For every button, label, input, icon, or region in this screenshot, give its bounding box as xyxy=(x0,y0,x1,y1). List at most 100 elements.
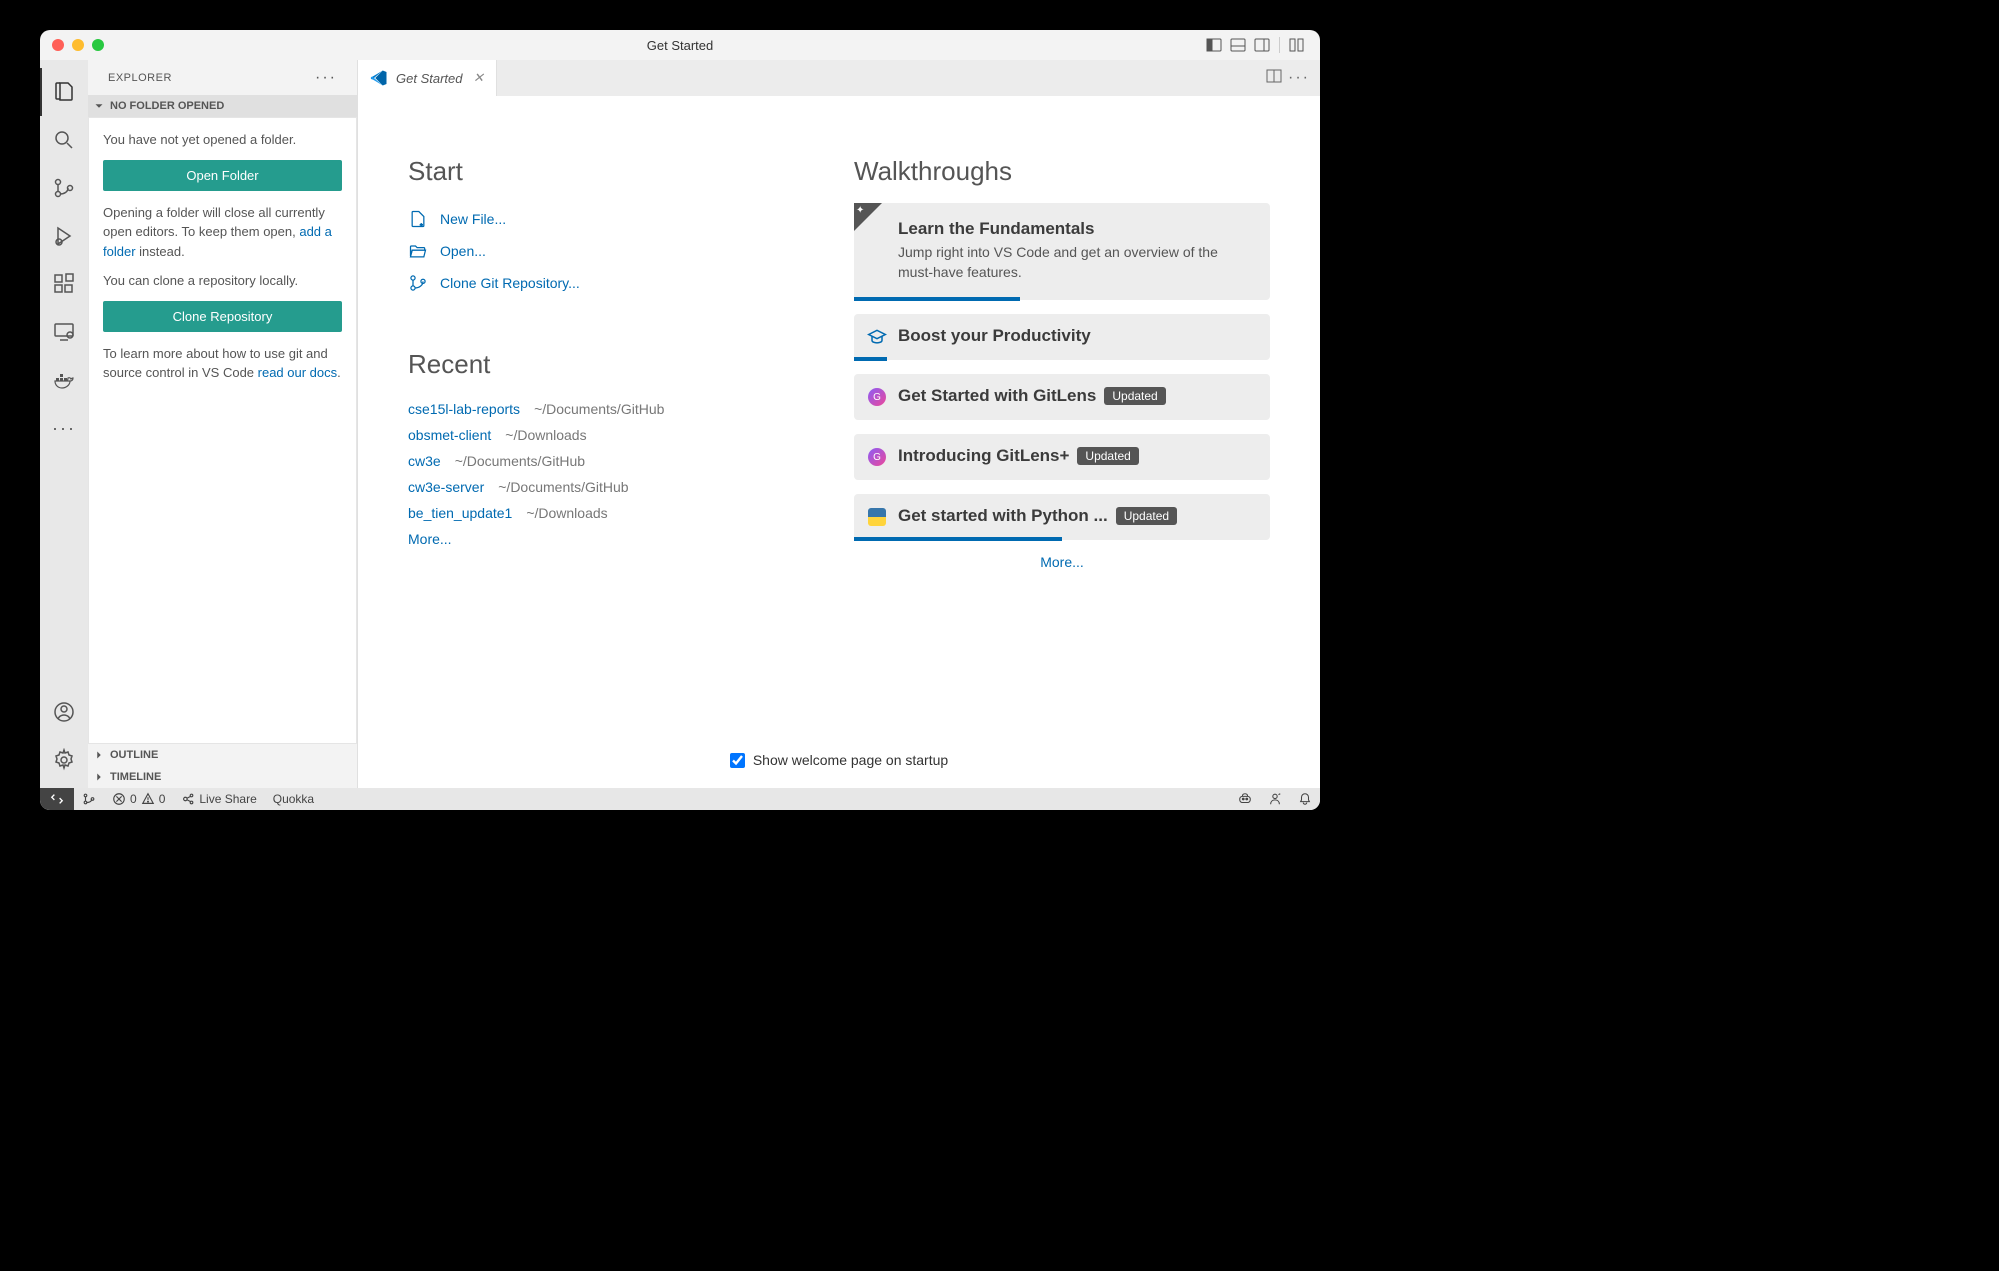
startup-checkbox-row: Show welcome page on startup xyxy=(358,732,1320,788)
overflow-icon[interactable]: ··· xyxy=(52,404,76,452)
walkthrough-gitlens[interactable]: G Get Started with GitLensUpdated xyxy=(854,374,1270,420)
left-column: Start New File... Open... Clone Git Repo… xyxy=(408,156,824,712)
open-folder-button[interactable]: Open Folder xyxy=(103,160,342,191)
recent-name: cw3e-server xyxy=(408,479,484,495)
notifications-icon[interactable] xyxy=(1290,792,1320,806)
feedback-icon[interactable] xyxy=(1260,792,1290,806)
split-editor-icon[interactable] xyxy=(1266,68,1282,89)
recent-item[interactable]: be_tien_update1~/Downloads xyxy=(408,500,824,526)
toggle-panel-icon[interactable] xyxy=(1227,34,1249,56)
walkthroughs-heading: Walkthroughs xyxy=(854,156,1270,187)
title-bar: Get Started xyxy=(40,30,1320,60)
recent-name: cse15l-lab-reports xyxy=(408,401,520,417)
section-label: NO FOLDER OPENED xyxy=(110,100,224,112)
outline-label: OUTLINE xyxy=(110,749,158,761)
recent-path: ~/Downloads xyxy=(526,505,607,521)
vscode-logo-icon xyxy=(370,69,388,87)
walkthrough-title: Get started with Python ...Updated xyxy=(898,506,1254,526)
remote-indicator[interactable] xyxy=(40,788,74,810)
recent-item[interactable]: obsmet-client~/Downloads xyxy=(408,422,824,448)
clone-repository-button[interactable]: Clone Repository xyxy=(103,301,342,332)
status-bar: 0 0 Live Share Quokka xyxy=(40,788,1320,810)
walkthrough-title: Boost your Productivity xyxy=(898,326,1254,346)
source-control-icon[interactable] xyxy=(40,164,88,212)
workbench: ··· EXPLORER ··· NO FOLDER OPENED You ha… xyxy=(40,60,1320,788)
mortarboard-icon xyxy=(866,326,888,348)
maximize-window-button[interactable] xyxy=(92,39,104,51)
recent-path: ~/Documents/GitHub xyxy=(455,453,585,469)
new-file-link[interactable]: New File... xyxy=(408,203,824,235)
outline-section-header[interactable]: OUTLINE xyxy=(88,744,357,766)
recent-more-link[interactable]: More... xyxy=(408,526,824,552)
toggle-secondary-sidebar-icon[interactable] xyxy=(1251,34,1273,56)
no-folder-section-header[interactable]: NO FOLDER OPENED xyxy=(88,95,357,117)
quokka-status[interactable]: Quokka xyxy=(265,788,322,810)
tab-label: Get Started xyxy=(396,71,462,86)
progress-bar xyxy=(854,537,1062,541)
walkthrough-desc: Jump right into VS Code and get an overv… xyxy=(898,243,1254,282)
toggle-primary-sidebar-icon[interactable] xyxy=(1203,34,1225,56)
clone-git-link[interactable]: Clone Git Repository... xyxy=(408,267,824,299)
startup-label: Show welcome page on startup xyxy=(753,752,948,768)
recent-item[interactable]: cse15l-lab-reports~/Documents/GitHub xyxy=(408,396,824,422)
recent-section: Recent cse15l-lab-reports~/Documents/Git… xyxy=(408,349,824,552)
docker-icon[interactable] xyxy=(40,356,88,404)
status-right xyxy=(1230,792,1320,806)
explorer-icon[interactable] xyxy=(40,68,88,116)
read-docs-link[interactable]: read our docs xyxy=(258,365,338,380)
recent-name: obsmet-client xyxy=(408,427,491,443)
recent-name: cw3e xyxy=(408,453,441,469)
walkthrough-python[interactable]: Get started with Python ...Updated xyxy=(854,494,1270,540)
recent-item[interactable]: cw3e ~/Documents/GitHub xyxy=(408,448,824,474)
accounts-icon[interactable] xyxy=(40,688,88,736)
editor-area: Get Started ✕ ··· Start New File... xyxy=(358,60,1320,788)
progress-bar xyxy=(854,357,887,361)
walkthrough-fundamentals[interactable]: Learn the Fundamentals Jump right into V… xyxy=(854,203,1270,300)
live-share-status[interactable]: Live Share xyxy=(173,788,264,810)
show-welcome-checkbox[interactable] xyxy=(730,753,745,768)
activity-bottom-group xyxy=(40,688,88,784)
editor-actions: ··· xyxy=(1266,60,1320,96)
tabs-row: Get Started ✕ ··· xyxy=(358,60,1320,96)
vscode-window: Get Started ··· EXPLORER xyxy=(40,30,1320,810)
close-window-button[interactable] xyxy=(52,39,64,51)
search-icon[interactable] xyxy=(40,116,88,164)
close-tab-icon[interactable]: ✕ xyxy=(470,70,486,86)
gitlens-icon: G xyxy=(866,446,888,468)
extensions-icon[interactable] xyxy=(40,260,88,308)
activity-bar: ··· xyxy=(40,60,88,788)
updated-badge: Updated xyxy=(1116,507,1177,525)
recent-list: cse15l-lab-reports~/Documents/GitHubobsm… xyxy=(408,396,824,526)
git-branch-icon xyxy=(408,273,428,293)
timeline-section-header[interactable]: TIMELINE xyxy=(88,766,357,788)
run-debug-icon[interactable] xyxy=(40,212,88,260)
walkthrough-gitlens-plus[interactable]: G Introducing GitLens+Updated xyxy=(854,434,1270,480)
problems-status[interactable]: 0 0 xyxy=(104,788,173,810)
customize-layout-icon[interactable] xyxy=(1286,34,1308,56)
window-controls xyxy=(52,39,104,51)
copilot-icon[interactable] xyxy=(1230,792,1260,806)
explorer-sidebar: EXPLORER ··· NO FOLDER OPENED You have n… xyxy=(88,60,358,788)
git-branch-status[interactable] xyxy=(74,788,104,810)
window-title: Get Started xyxy=(647,38,713,53)
recent-path: ~/Documents/GitHub xyxy=(498,479,628,495)
walkthrough-productivity[interactable]: Boost your Productivity xyxy=(854,314,1270,360)
python-icon xyxy=(866,506,888,528)
updated-badge: Updated xyxy=(1104,387,1165,405)
sidebar-more-icon[interactable]: ··· xyxy=(315,69,337,87)
recent-item[interactable]: cw3e-server ~/Documents/GitHub xyxy=(408,474,824,500)
panel-text-4: To learn more about how to use git and s… xyxy=(103,344,342,383)
panel-text-2: Opening a folder will close all currentl… xyxy=(103,203,342,262)
updated-badge: Updated xyxy=(1077,447,1138,465)
more-actions-icon[interactable]: ··· xyxy=(1288,69,1310,87)
tab-get-started[interactable]: Get Started ✕ xyxy=(358,60,497,96)
walkthrough-title: Introducing GitLens+Updated xyxy=(898,446,1254,466)
start-heading: Start xyxy=(408,156,824,187)
remote-explorer-icon[interactable] xyxy=(40,308,88,356)
walkthroughs-more-link[interactable]: More... xyxy=(854,554,1270,570)
separator xyxy=(1279,37,1280,53)
settings-gear-icon[interactable] xyxy=(40,736,88,784)
open-link[interactable]: Open... xyxy=(408,235,824,267)
welcome-page: Start New File... Open... Clone Git Repo… xyxy=(358,96,1320,732)
minimize-window-button[interactable] xyxy=(72,39,84,51)
